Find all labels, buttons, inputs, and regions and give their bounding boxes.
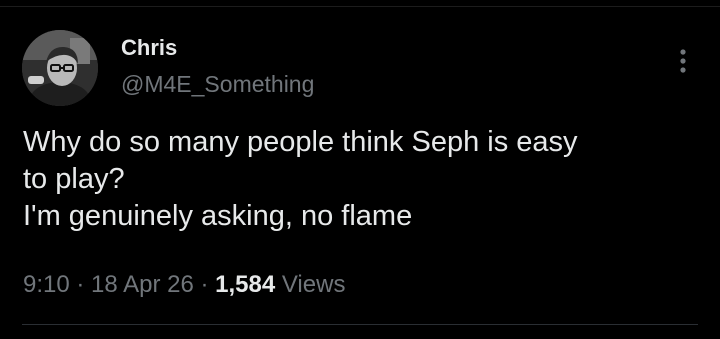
- view-count[interactable]: 1,584: [215, 271, 275, 298]
- avatar-photo-icon: [22, 30, 98, 106]
- tweet-text: Why do so many people think Seph is easy…: [23, 126, 578, 232]
- tweet-meta: 9:10 · 18 Apr 26 · 1,584 Views: [23, 269, 345, 301]
- tweet-card: Chris @M4E_Something Why do so many peop…: [0, 0, 720, 339]
- user-handle[interactable]: @M4E_Something: [121, 69, 314, 99]
- meta-separator: ·: [193, 271, 216, 298]
- bottom-divider: [22, 324, 698, 325]
- more-vertical-icon: [680, 49, 686, 73]
- more-options-button[interactable]: [668, 44, 698, 80]
- top-divider: [0, 6, 720, 7]
- tweet-time[interactable]: 9:10: [23, 271, 70, 298]
- display-name[interactable]: Chris: [121, 34, 177, 62]
- avatar[interactable]: [22, 30, 98, 106]
- tweet-date[interactable]: 18 Apr 26: [91, 271, 194, 298]
- meta-separator: ·: [69, 271, 92, 298]
- views-label: Views: [281, 271, 346, 298]
